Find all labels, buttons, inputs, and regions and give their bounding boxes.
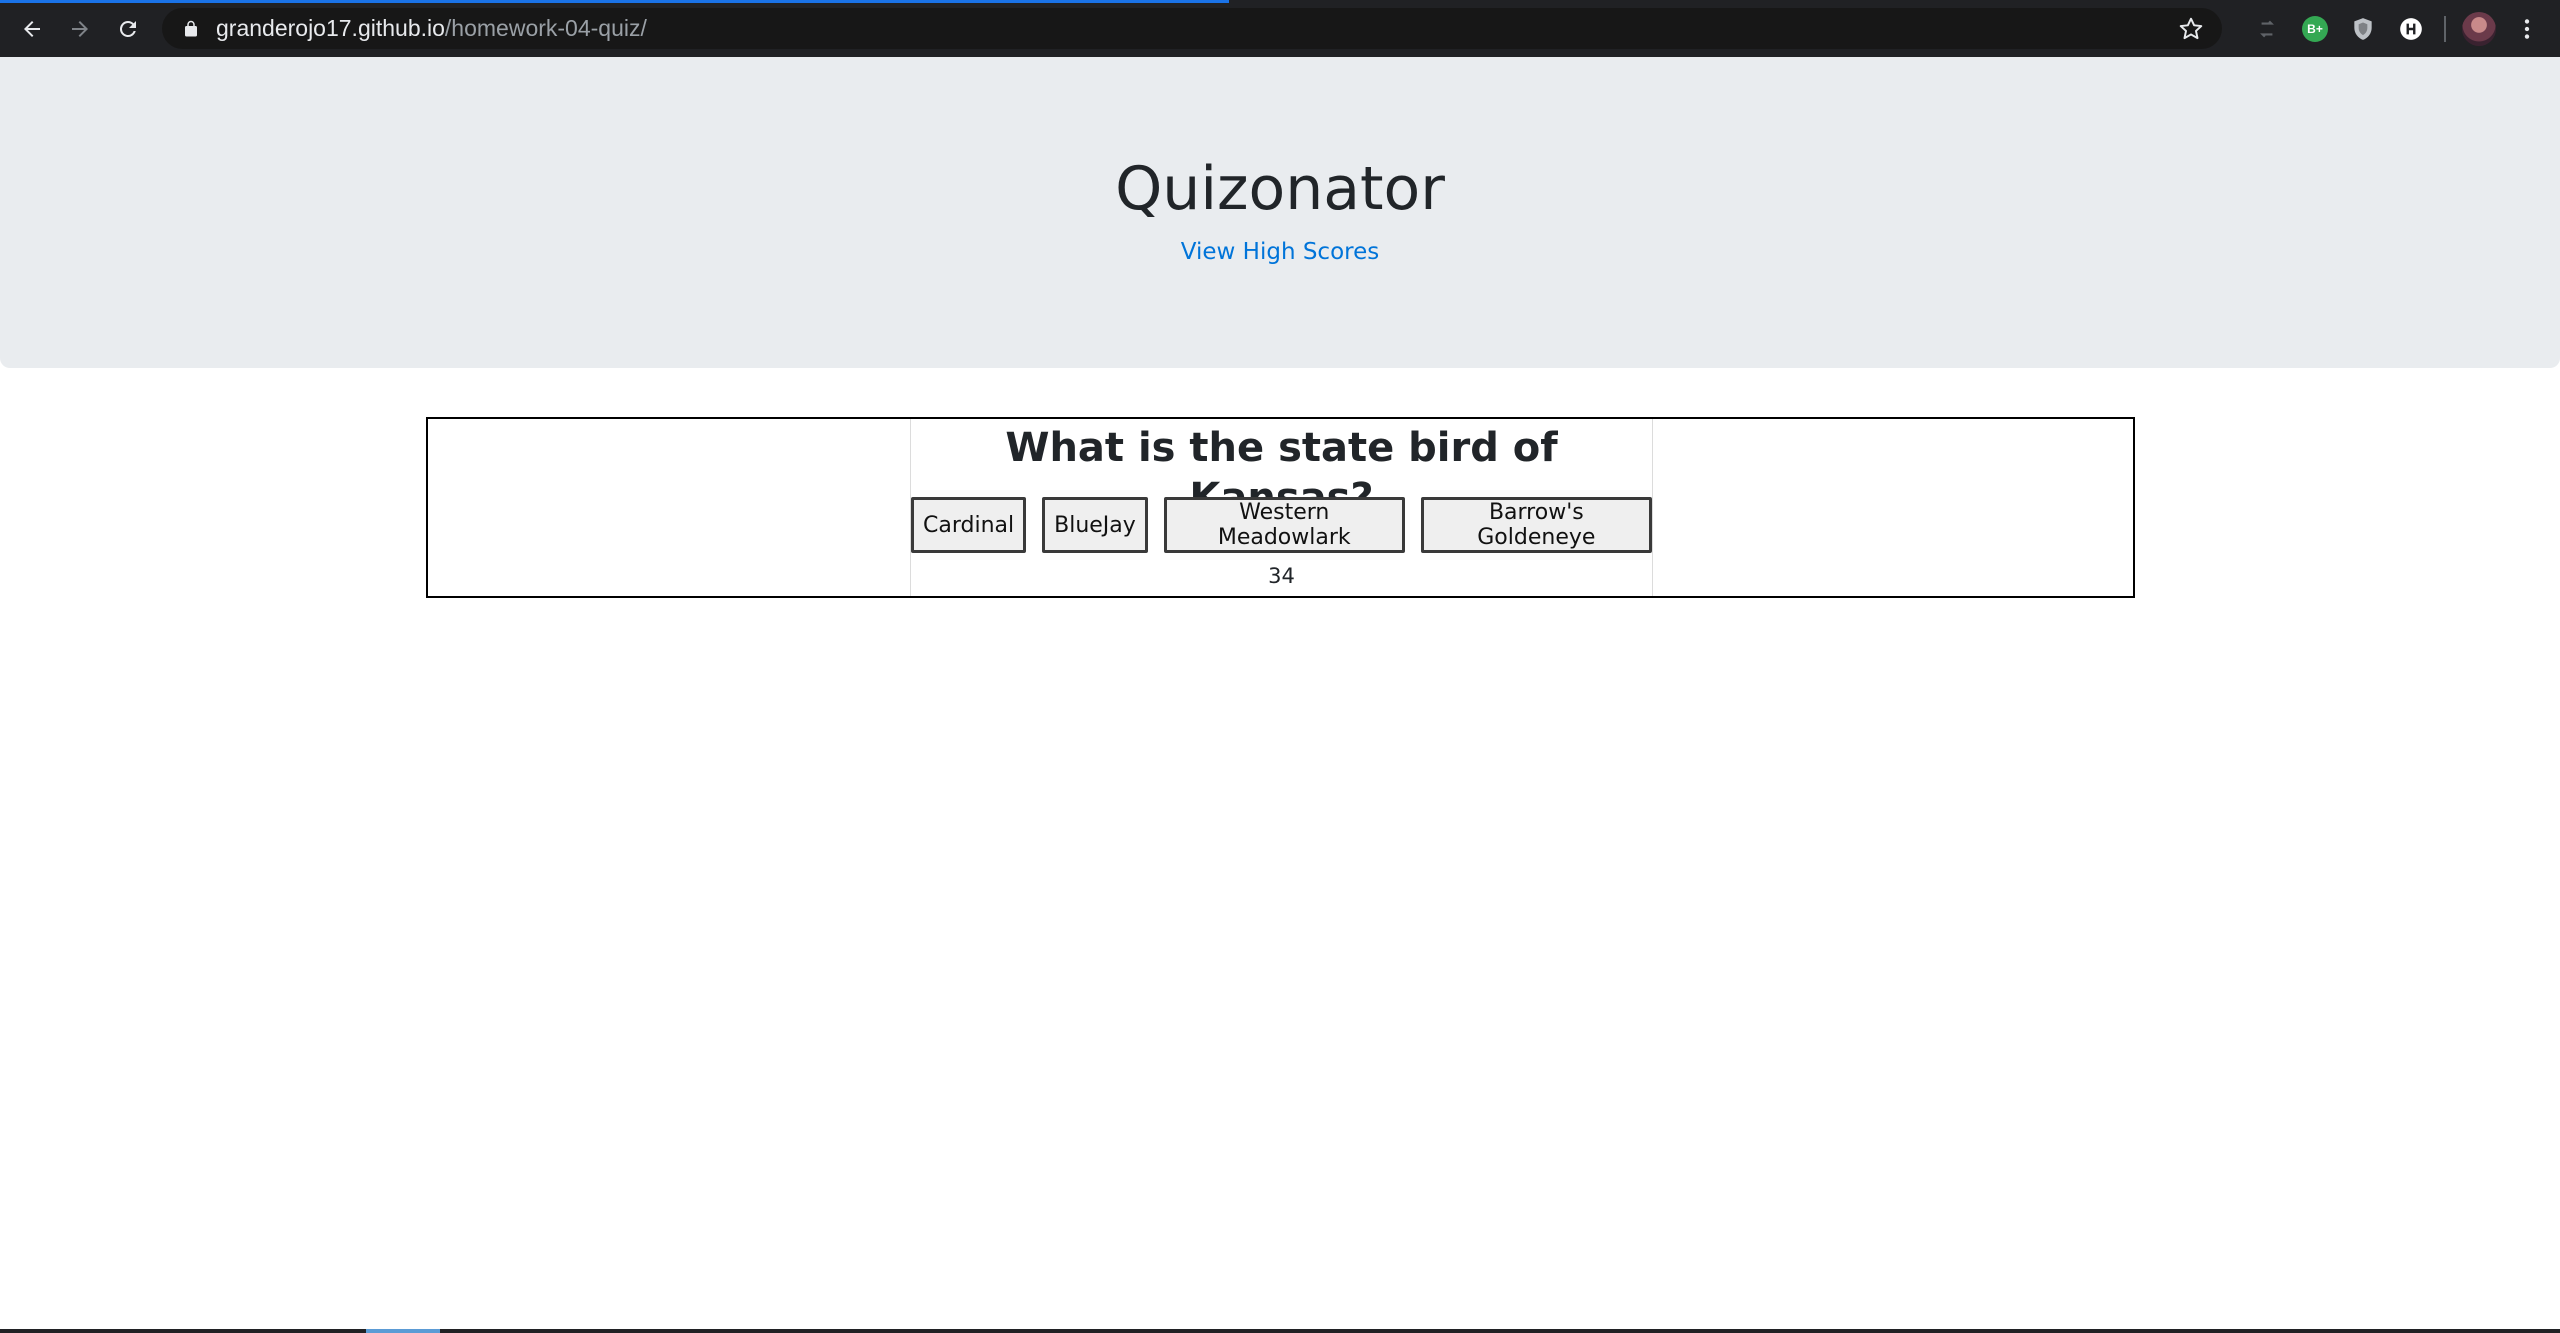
- reload-button[interactable]: [110, 11, 146, 47]
- bookmark-star-icon[interactable]: [2178, 16, 2204, 42]
- page-title: Quizonator: [1115, 154, 1445, 224]
- circle-extension-icon: [2400, 18, 2422, 40]
- extension-sync-button[interactable]: [2252, 14, 2282, 44]
- extension-circle-button[interactable]: [2396, 14, 2426, 44]
- back-button[interactable]: [14, 11, 50, 47]
- reload-icon: [119, 20, 136, 37]
- toolbar-separator: [2444, 16, 2446, 42]
- arrow-left-icon: [24, 21, 40, 37]
- forward-button[interactable]: [62, 11, 98, 47]
- extension-badge-button[interactable]: B+: [2300, 14, 2330, 44]
- kebab-menu-icon: [2524, 19, 2530, 39]
- extension-badge-icon: B+: [2302, 16, 2328, 42]
- lock-icon: [185, 20, 197, 36]
- profile-avatar[interactable]: [2462, 12, 2496, 46]
- address-bar[interactable]: granderojo17.github.io/homework-04-quiz/: [162, 8, 2222, 49]
- url-host: granderojo17.github.io: [216, 15, 445, 41]
- browser-toolbar: granderojo17.github.io/homework-04-quiz/…: [0, 0, 2560, 57]
- bottom-accent: [366, 1329, 440, 1333]
- countdown-timer: 34: [1268, 564, 1295, 588]
- arrow-right-icon: [72, 21, 88, 37]
- answer-list: Cardinal BlueJay Western Meadowlark Barr…: [911, 497, 1652, 553]
- page-load-progress: [0, 0, 1229, 3]
- view-high-scores-link[interactable]: View High Scores: [0, 239, 2560, 265]
- answer-button-western-meadowlark[interactable]: Western Meadowlark: [1163, 497, 1405, 553]
- sync-icon: [2260, 20, 2274, 38]
- quiz-container: What is the state bird of Kansas? Cardin…: [426, 417, 2135, 598]
- answer-button-bluejay[interactable]: BlueJay: [1042, 497, 1148, 553]
- shield-icon: [2354, 18, 2372, 40]
- extension-shield-button[interactable]: [2348, 14, 2378, 44]
- quiz-card: What is the state bird of Kansas? Cardin…: [910, 419, 1653, 596]
- browser-menu-button[interactable]: [2512, 14, 2542, 44]
- page-header: Quizonator View High Scores: [0, 57, 2560, 368]
- answer-button-barrows-goldeneye[interactable]: Barrow's Goldeneye: [1420, 497, 1652, 553]
- answer-button-cardinal[interactable]: Cardinal: [911, 497, 1027, 553]
- url-path: /homework-04-quiz/: [444, 15, 647, 41]
